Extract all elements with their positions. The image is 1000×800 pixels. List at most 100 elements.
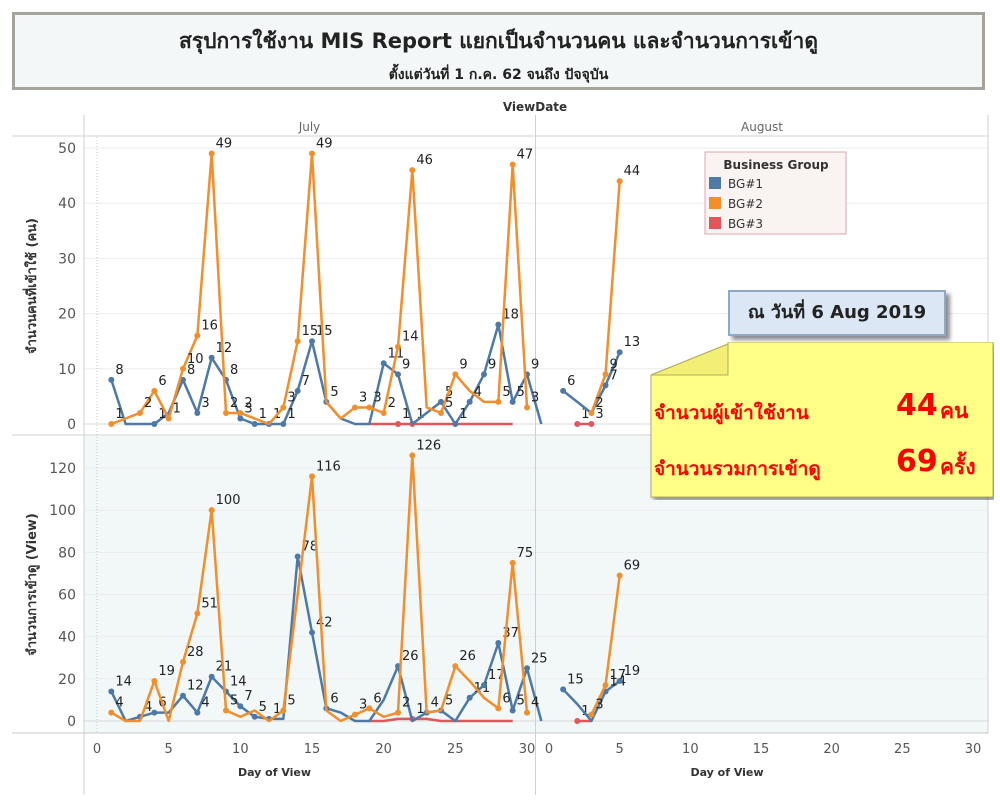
legend-title: Business Group: [723, 158, 829, 172]
column-label-august: August: [741, 120, 783, 134]
data-label: 15: [567, 672, 584, 687]
data-label: 15: [316, 324, 333, 339]
data-point: [409, 452, 416, 459]
data-point: [294, 553, 301, 560]
data-point: [438, 409, 444, 416]
x-tick-label: 5: [616, 742, 624, 757]
data-label: 1: [287, 407, 295, 422]
data-point: [151, 709, 158, 716]
data-point: [616, 349, 623, 356]
data-label: 12: [187, 679, 204, 694]
data-point: [495, 639, 502, 646]
y-axis-label: จำนวนคนที่เข้าใช้ (คน): [22, 218, 40, 354]
data-label: 25: [531, 651, 548, 666]
data-point: [108, 421, 115, 427]
data-label: 2: [230, 396, 238, 411]
data-point: [524, 404, 530, 411]
x-tick-label: 15: [304, 742, 321, 757]
y-axis-label: จำนวนการเข้าดู (View): [24, 513, 40, 656]
data-point: [151, 421, 158, 427]
data-label: 42: [316, 615, 333, 630]
data-label: 3: [359, 698, 367, 713]
x-tick-label: 25: [447, 742, 464, 757]
data-label: 2: [144, 396, 152, 411]
legend-entry-bg1: BG#1: [728, 177, 763, 191]
data-point: [509, 161, 516, 168]
data-point: [280, 421, 287, 427]
data-label: 9: [610, 357, 618, 372]
data-point: [309, 629, 315, 636]
y-tick-label: 50: [58, 141, 76, 157]
data-label: 5: [330, 385, 338, 400]
views-summary-unit: ครั้ง: [940, 455, 976, 479]
data-point: [560, 686, 567, 693]
legend-swatch-bg2: [709, 197, 721, 209]
data-point: [380, 409, 387, 416]
data-label: 16: [201, 319, 218, 334]
data-label: 49: [216, 137, 233, 152]
data-label: 6: [373, 691, 381, 706]
x-tick-label: 25: [894, 742, 911, 757]
data-point: [180, 365, 186, 372]
data-point: [194, 610, 201, 617]
data-label: 6: [567, 374, 575, 389]
views-summary-value: 69: [896, 444, 938, 479]
data-point: [165, 415, 172, 422]
data-label: 3: [595, 698, 603, 713]
y-tick-label: 40: [58, 630, 76, 646]
y-tick-label: 0: [67, 417, 76, 433]
data-label: 9: [488, 357, 496, 372]
data-point: [588, 711, 595, 718]
data-label: 4: [531, 696, 539, 711]
data-label: 1: [173, 401, 181, 416]
data-label: 75: [517, 546, 534, 561]
x-tick-label: 0: [545, 742, 553, 757]
data-point: [237, 415, 244, 422]
data-point: [395, 709, 401, 716]
data-point: [466, 694, 473, 701]
data-point: [237, 409, 244, 416]
data-point: [194, 709, 201, 716]
data-label: 3: [359, 390, 367, 405]
data-point: [194, 409, 201, 416]
data-point: [509, 559, 516, 566]
data-point: [223, 409, 229, 416]
data-point: [602, 371, 609, 378]
data-point: [251, 713, 258, 720]
data-label: 5: [517, 693, 525, 708]
data-label: 126: [416, 438, 441, 453]
data-label: 69: [624, 559, 641, 574]
x-tick-label: 30: [519, 742, 536, 757]
data-point: [208, 150, 215, 157]
data-point: [574, 718, 581, 724]
data-label: 1: [115, 407, 123, 422]
data-label: 4: [431, 696, 439, 711]
data-point: [395, 371, 401, 378]
data-point: [602, 682, 609, 689]
data-label: 51: [201, 596, 218, 611]
data-point: [208, 507, 215, 514]
y-tick-label: 20: [58, 307, 76, 323]
title-box: สรุปการใช้งาน MIS Report แยกเป็นจำนวนคน …: [12, 12, 985, 90]
x-axis-label: Day of View: [238, 766, 311, 779]
data-label: 5: [502, 385, 510, 400]
data-label: 26: [459, 649, 476, 664]
data-point: [208, 673, 215, 680]
data-label: 3: [373, 390, 381, 405]
data-point: [380, 360, 387, 367]
data-label: 47: [517, 148, 534, 163]
data-label: 5: [517, 385, 525, 400]
data-label: 14: [115, 674, 132, 689]
data-label: 4: [201, 696, 209, 711]
data-point: [524, 665, 530, 672]
data-point: [309, 473, 315, 480]
data-point: [280, 404, 287, 411]
data-label: 6: [502, 691, 510, 706]
data-point: [452, 371, 459, 378]
data-label: 2: [595, 396, 603, 411]
data-point: [409, 167, 416, 174]
y-tick-label: 100: [49, 503, 76, 519]
data-point: [251, 421, 258, 427]
data-point: [352, 711, 358, 718]
date-callout: ณ วันที่ 6 Aug 2019: [728, 290, 946, 336]
